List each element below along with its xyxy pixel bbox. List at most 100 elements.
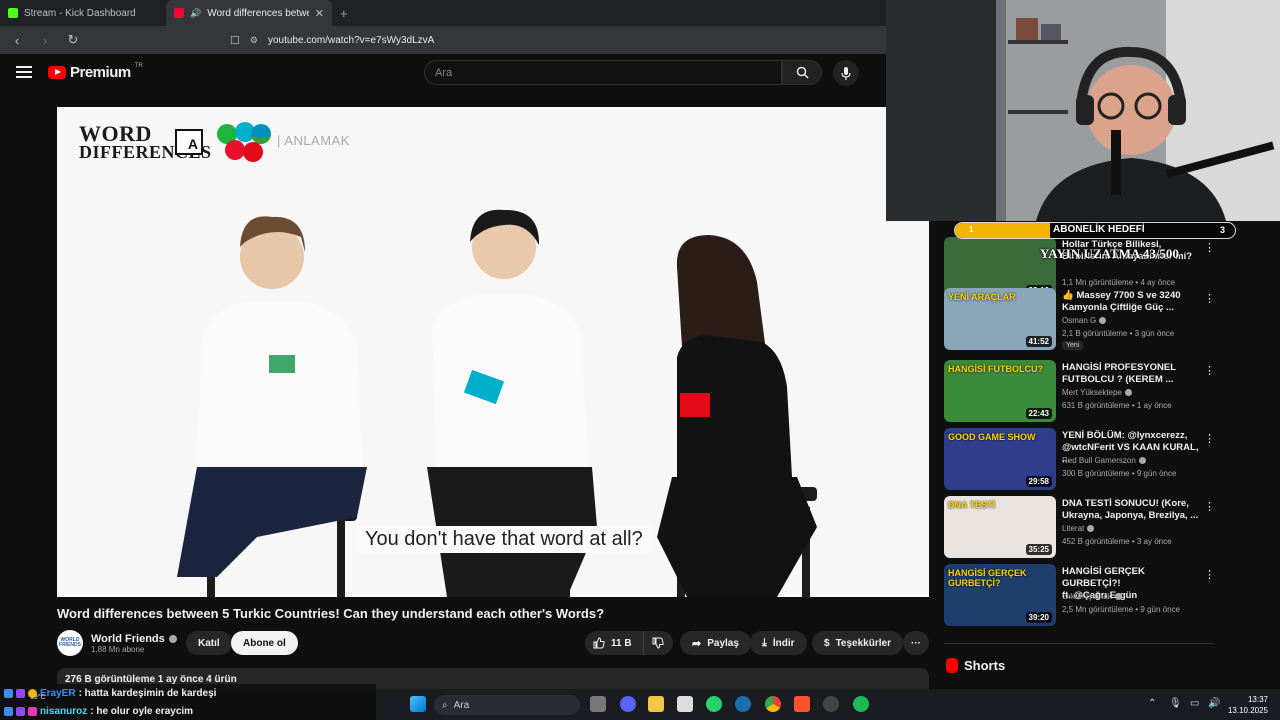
new-tab-button[interactable]: + bbox=[340, 6, 348, 21]
video-thumbnail[interactable]: HANGİSİ FUTBOLCU? 22:43 bbox=[944, 360, 1056, 422]
video-title[interactable]: DNA TESTİ SONUCU! (Kore, Ukrayna, Japonya… bbox=[1062, 498, 1202, 522]
more-actions-button[interactable]: ··· bbox=[903, 631, 929, 655]
url-text[interactable]: youtube.com/watch?v=e7sWy3dLzvA bbox=[268, 35, 434, 46]
subscriber-count: 1,88 Mn abone bbox=[91, 644, 145, 654]
video-subtitle: You don't have that word at all? bbox=[357, 526, 651, 553]
hamburger-menu-icon[interactable] bbox=[16, 66, 32, 78]
join-label: Katıl bbox=[198, 637, 220, 649]
verified-icon bbox=[1087, 525, 1095, 533]
subscribe-label: Abone ol bbox=[243, 637, 286, 649]
more-options-icon[interactable]: ⋮ bbox=[1204, 241, 1215, 254]
youtube-premium-logo[interactable]: Premium TR bbox=[48, 63, 143, 81]
title-line: HANGİSİ GERÇEK GURBETÇİ?! bbox=[1062, 566, 1145, 589]
tab-youtube-video[interactable]: 🔊 Word differences between 5 ✕ bbox=[166, 0, 332, 26]
youtube-favicon-icon bbox=[174, 8, 184, 18]
video-player[interactable]: WORD DIFFERENCES A | ANLAMAK You don't h… bbox=[57, 107, 929, 597]
video-meta: 631 B görüntüleme • 1 ay önce bbox=[1062, 401, 1172, 410]
system-clock[interactable]: 13:37 13.10.2025 bbox=[1228, 694, 1268, 716]
video-thumbnail[interactable]: DNA TESTİ 35:25 bbox=[944, 496, 1056, 558]
back-button[interactable]: ‹ bbox=[8, 33, 26, 48]
brave-icon[interactable] bbox=[794, 696, 810, 712]
video-title[interactable]: 👍 Massey 7700 S ve 3240 Kamyonla Çiftliğe… bbox=[1062, 290, 1202, 314]
more-options-icon[interactable]: ⋮ bbox=[1204, 292, 1215, 305]
video-thumbnail[interactable]: HANGİSİ GERÇEK GURBETÇİ? 39:20 bbox=[944, 564, 1056, 626]
subscribe-button[interactable]: Abone ol bbox=[231, 631, 298, 655]
obs-icon[interactable] bbox=[823, 696, 839, 712]
subscriber-badge-icon bbox=[16, 706, 25, 716]
join-button[interactable]: Katıl bbox=[186, 631, 232, 655]
verified-icon bbox=[168, 634, 177, 643]
file-explorer-icon[interactable] bbox=[648, 696, 664, 712]
download-button[interactable]: ⤓ İndir bbox=[750, 631, 807, 655]
channel-name[interactable]: Orkun Işıtmak bbox=[1062, 592, 1122, 601]
thanks-button[interactable]: $ Teşekkürler bbox=[812, 631, 903, 655]
close-tab-icon[interactable]: ✕ bbox=[315, 7, 324, 20]
like-button[interactable]: 11 B bbox=[585, 631, 643, 655]
chat-text: : hatta kardeşimin de kardeşi bbox=[78, 687, 217, 699]
thumbnail-text: DNA TESTİ bbox=[948, 500, 996, 510]
weather-widget[interactable]: 19°C bbox=[30, 694, 46, 701]
dislike-button[interactable] bbox=[643, 631, 673, 655]
channel-name[interactable]: Osman G bbox=[1062, 316, 1107, 325]
thumbnail-text: YENİ ARAÇLAR bbox=[948, 292, 1016, 302]
tray-volume-icon[interactable]: 🔊 bbox=[1208, 698, 1220, 709]
webcam-scene-illustration bbox=[886, 0, 1280, 221]
channel-name[interactable]: Red Bull Gamerszon bbox=[1062, 456, 1146, 465]
tray-display-icon[interactable]: ▭ bbox=[1190, 698, 1199, 709]
taskbar-search[interactable]: ⌕ Ara bbox=[434, 695, 580, 715]
video-title[interactable]: HANGİSİ PROFESYONEL FUTBOLCU ? (KEREM ... bbox=[1062, 362, 1202, 386]
more-options-icon[interactable]: ⋮ bbox=[1204, 500, 1215, 513]
microphone-icon bbox=[841, 66, 851, 80]
chrome-icon[interactable] bbox=[765, 696, 781, 712]
share-button[interactable]: ➦ Paylaş bbox=[680, 631, 751, 655]
recommended-video[interactable]: DNA TESTİ 35:25 DNA TESTİ SONUCU! (Kore, Uk… bbox=[944, 496, 1215, 560]
discord-icon[interactable] bbox=[620, 696, 636, 712]
url-box[interactable]: ☐ ⚙ youtube.com/watch?v=e7sWy3dLzvA bbox=[230, 30, 434, 50]
tray-chevron-icon[interactable]: ⌃ bbox=[1148, 698, 1156, 709]
reload-button[interactable]: ↻ bbox=[64, 32, 82, 48]
task-view-icon[interactable] bbox=[590, 696, 606, 712]
title-line: FUTBOLCU ? (KEREM ... bbox=[1062, 374, 1174, 385]
goal-target: 3 bbox=[1219, 225, 1225, 235]
search-icon bbox=[796, 66, 808, 79]
spotify-icon[interactable] bbox=[853, 696, 869, 712]
video-thumbnail[interactable]: YENİ ARAÇLAR 41:52 bbox=[944, 288, 1056, 350]
weather-temp: 19°C bbox=[30, 694, 46, 701]
shorts-icon bbox=[946, 658, 958, 673]
whatsapp-icon[interactable] bbox=[706, 696, 722, 712]
steam-icon[interactable] bbox=[735, 696, 751, 712]
tray-mic-icon[interactable]: 🎙 bbox=[1169, 698, 1182, 709]
video-meta: 452 B görüntüleme • 3 ay önce bbox=[1062, 537, 1172, 546]
more-options-icon[interactable]: ⋮ bbox=[1204, 364, 1215, 377]
thumbs-down-icon bbox=[652, 637, 664, 649]
recommended-video[interactable]: YENİ ARAÇLAR 41:52 👍 Massey 7700 S ve 3240… bbox=[944, 288, 1215, 352]
channel-info: WORLD FRIENDS World Friends 1,88 Mn abon… bbox=[57, 630, 177, 656]
bookmark-icon[interactable]: ☐ bbox=[230, 34, 240, 47]
video-scene-illustration bbox=[177, 209, 817, 597]
video-thumbnail[interactable]: GOOD GAME SHOW 29:58 bbox=[944, 428, 1056, 490]
tab-kick-dashboard[interactable]: Stream - Kick Dashboard bbox=[0, 0, 166, 26]
verified-icon bbox=[1114, 593, 1122, 601]
channel-avatar[interactable]: WORLD FRIENDS bbox=[57, 630, 83, 656]
recommended-video[interactable]: HANGİSİ FUTBOLCU? 22:43 HANGİSİ PROFESYONE… bbox=[944, 360, 1215, 424]
channel-name[interactable]: Mert Yüksektepe bbox=[1062, 388, 1132, 397]
site-info-icon[interactable]: ⚙ bbox=[250, 35, 258, 46]
channel-name[interactable]: Literat bbox=[1062, 524, 1095, 533]
more-options-icon[interactable]: ⋮ bbox=[1204, 432, 1215, 445]
video-duration: 39:20 bbox=[1025, 612, 1052, 623]
channel-label: Mert Yüksektepe bbox=[1062, 388, 1122, 397]
more-options-icon[interactable]: ⋮ bbox=[1204, 568, 1215, 581]
search-button[interactable] bbox=[782, 60, 822, 85]
channel-name[interactable]: World Friends bbox=[91, 633, 165, 645]
subscription-goal-bar: 1 ABONELİK HEDEFİ 3 bbox=[954, 222, 1236, 239]
video-duration: 22:43 bbox=[1025, 408, 1052, 419]
store-icon[interactable] bbox=[677, 696, 693, 712]
forward-button[interactable]: › bbox=[36, 33, 54, 48]
search-input[interactable]: Ara bbox=[424, 60, 782, 85]
voice-search-button[interactable] bbox=[833, 60, 859, 86]
recommended-video[interactable]: HANGİSİ GERÇEK GURBETÇİ? 39:20 HANGİSİ GER… bbox=[944, 564, 1215, 628]
vip-badge-icon bbox=[28, 706, 37, 716]
recommended-video[interactable]: GOOD GAME SHOW 29:58 YENİ BÖLÜM: @lynxcere… bbox=[944, 428, 1215, 492]
windows-start-icon[interactable] bbox=[410, 696, 426, 712]
shorts-section-header[interactable]: Shorts bbox=[946, 658, 1005, 673]
